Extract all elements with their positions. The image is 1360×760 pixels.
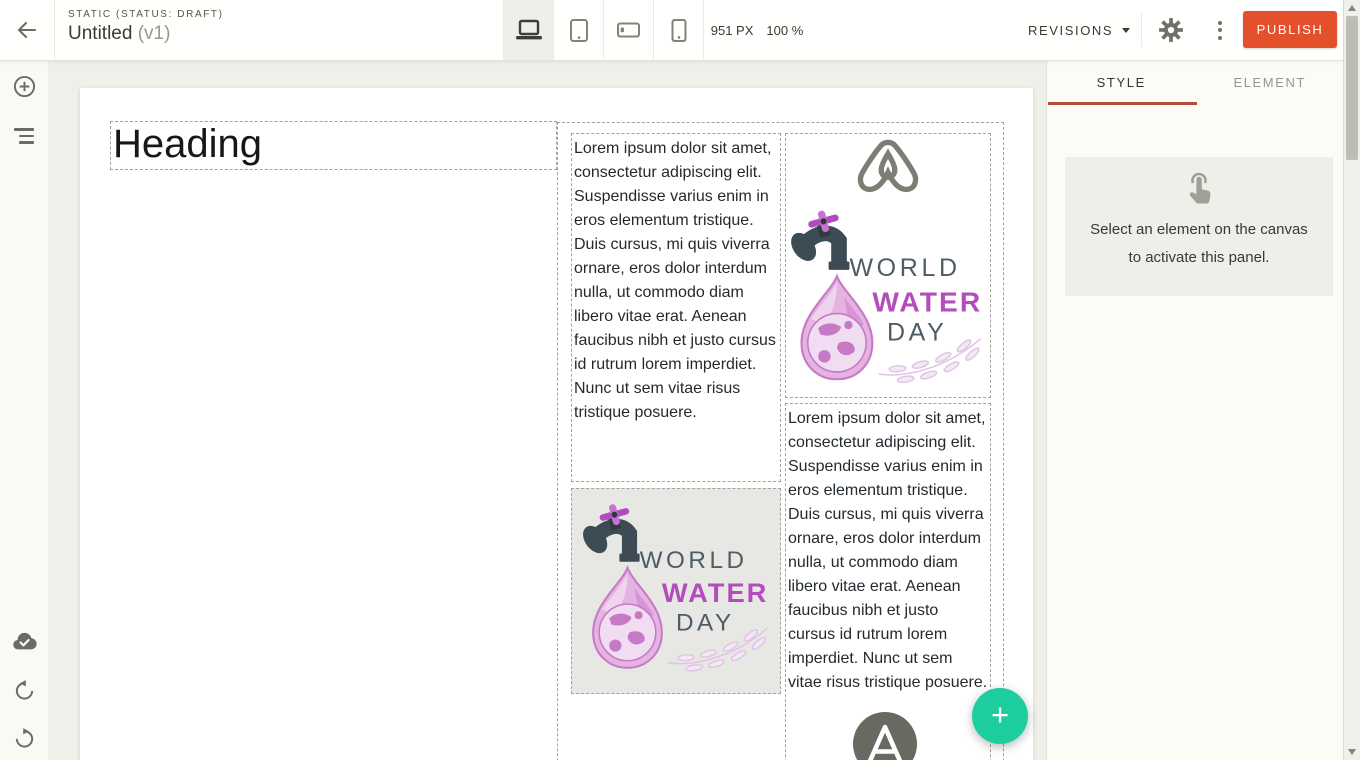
- heading-text: Heading: [111, 122, 556, 167]
- letter-a-icon: [853, 712, 917, 760]
- device-preview-switcher: [503, 0, 704, 60]
- more-options-button[interactable]: [1205, 16, 1235, 44]
- viewport-info: 951 PX 100 %: [699, 0, 815, 60]
- empty-state-line1: Select an element on the canvas: [1065, 216, 1333, 244]
- device-desktop-button[interactable]: [503, 0, 553, 60]
- inspector-panel: STYLE ELEMENT Select an element on the c…: [1046, 60, 1344, 760]
- app-window: WORLD WATER DAY STATIC (STATUS: DRAFT) U…: [0, 0, 1360, 760]
- toolbar-divider: [1141, 13, 1142, 47]
- page-title: Untitled: [68, 23, 132, 44]
- window-scrollbar[interactable]: [1343, 0, 1360, 760]
- plus-icon: +: [991, 699, 1009, 730]
- mobile-portrait-icon: [671, 19, 687, 42]
- gear-icon: [1158, 17, 1184, 43]
- left-toolbar: [0, 60, 48, 760]
- scrollbar-up-icon[interactable]: [1348, 5, 1356, 11]
- text-block-left[interactable]: Lorem ipsum dolor sit amet, consectetur …: [571, 133, 781, 482]
- text-block-right[interactable]: Lorem ipsum dolor sit amet, consectetur …: [785, 403, 991, 760]
- device-mobile-portrait-button[interactable]: [653, 0, 703, 60]
- image-block-right[interactable]: [785, 133, 991, 398]
- add-section-fab[interactable]: +: [972, 688, 1028, 744]
- paragraph-text: Lorem ipsum dolor sit amet, consectetur …: [572, 134, 780, 425]
- image-block-left[interactable]: [571, 488, 781, 694]
- settings-button[interactable]: [1156, 16, 1186, 44]
- panel-empty-state: Select an element on the canvas to activ…: [1065, 157, 1333, 296]
- device-mobile-landscape-button[interactable]: [603, 0, 653, 60]
- version-label: (v1): [138, 23, 171, 44]
- save-status-indicator[interactable]: [0, 632, 48, 650]
- viewport-width-value: 951 PX: [711, 23, 754, 38]
- device-tablet-button[interactable]: [553, 0, 603, 60]
- paragraph-text: Lorem ipsum dolor sit amet, consectetur …: [786, 404, 990, 695]
- undo-icon: [13, 679, 36, 702]
- tab-element[interactable]: ELEMENT: [1196, 60, 1345, 105]
- add-element-button[interactable]: [0, 75, 48, 98]
- empty-state-line2: to activate this panel.: [1065, 244, 1333, 272]
- inspector-tabs: STYLE ELEMENT: [1047, 60, 1344, 105]
- heading-block[interactable]: Heading: [110, 121, 557, 170]
- tablet-icon: [570, 19, 588, 42]
- undo-button[interactable]: [0, 679, 48, 702]
- back-button[interactable]: [0, 0, 55, 60]
- laptop-icon: [514, 19, 544, 41]
- world-water-day-image: [789, 209, 987, 389]
- tap-icon: [1182, 170, 1216, 206]
- redo-icon: [13, 727, 36, 750]
- document-title-group: STATIC (STATUS: DRAFT) Untitled (v1): [68, 9, 224, 45]
- plus-circle-icon: [13, 75, 36, 98]
- status-badge: STATIC (STATUS: DRAFT): [68, 9, 224, 20]
- scrollbar-down-icon[interactable]: [1348, 749, 1356, 755]
- publish-button[interactable]: PUBLISH: [1243, 11, 1337, 48]
- kebab-icon: [1218, 21, 1222, 40]
- page-canvas[interactable]: Heading Lorem ipsum dolor sit amet, cons…: [80, 88, 1033, 760]
- zoom-value: 100 %: [766, 23, 803, 38]
- outline-icon: [14, 128, 34, 144]
- airbnb-logo-icon: [857, 139, 919, 203]
- tab-style[interactable]: STYLE: [1047, 60, 1196, 105]
- top-toolbar: STATIC (STATUS: DRAFT) Untitled (v1): [0, 0, 1343, 61]
- outline-navigator-button[interactable]: [0, 128, 48, 144]
- caret-down-icon: [1122, 28, 1130, 33]
- active-tab-underline: [1048, 102, 1197, 105]
- back-arrow-icon: [15, 18, 39, 42]
- revisions-dropdown[interactable]: REVISIONS: [1028, 0, 1130, 60]
- world-water-day-image: [581, 503, 773, 677]
- a-circle-logo[interactable]: [853, 712, 917, 760]
- mobile-landscape-icon: [617, 22, 640, 38]
- scrollbar-thumb[interactable]: [1346, 16, 1358, 160]
- redo-button[interactable]: [0, 727, 48, 750]
- cloud-saved-icon: [12, 632, 37, 650]
